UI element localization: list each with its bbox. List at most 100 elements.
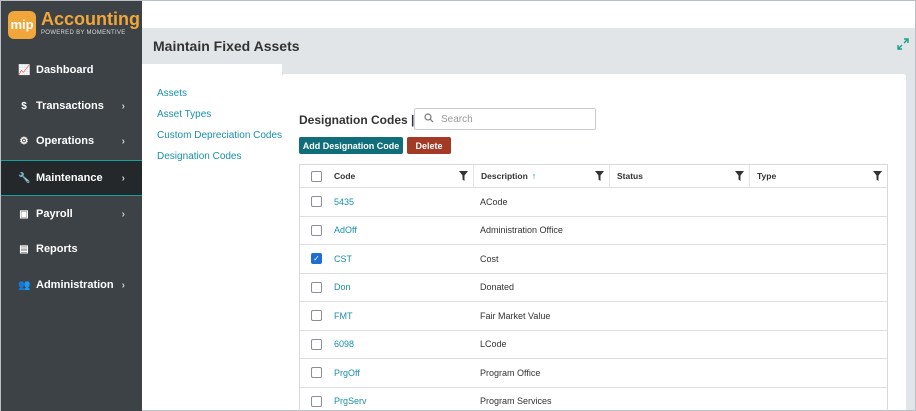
sidebar-item-label: Transactions <box>36 100 104 112</box>
add-designation-code-button[interactable]: Add Designation Code <box>299 137 403 154</box>
cell-description: Administration Office <box>480 225 563 236</box>
row-checkbox[interactable] <box>311 281 322 293</box>
cell-code: 5435 <box>333 197 473 207</box>
column-header-status[interactable]: Status <box>609 164 749 188</box>
filter-icon[interactable] <box>735 170 744 181</box>
cell-description: Donated <box>480 282 515 293</box>
row-checkbox[interactable] <box>311 395 322 407</box>
sort-ascending-icon: ↑ <box>531 171 537 181</box>
column-label-description: Description <box>481 171 528 181</box>
chevron-right-icon: › <box>121 100 125 112</box>
app-logo[interactable]: mip Accounting POWERED BY MOMENTIVE <box>8 9 140 43</box>
table-row[interactable]: PrgOff Program Office <box>300 359 887 388</box>
subnav-item-designation-codes[interactable]: Designation Codes <box>150 146 282 167</box>
column-header-description[interactable]: Description ↑ <box>473 164 609 188</box>
grid-header-row: Code Description ↑ Status Type <box>300 164 887 188</box>
wrench-icon: 🔧 <box>18 172 31 184</box>
chevron-right-icon: › <box>121 279 125 291</box>
code-link[interactable]: PrgServ <box>334 396 367 406</box>
cell-code: FMT <box>333 311 473 321</box>
row-checkbox[interactable] <box>311 367 322 379</box>
cell-code: 6098 <box>333 339 473 349</box>
expand-icon[interactable] <box>897 38 909 50</box>
code-link[interactable]: 5435 <box>334 197 354 207</box>
row-checkbox[interactable] <box>311 224 322 236</box>
subnav: Assets Asset Types Custom Depreciation Cod… <box>150 83 282 167</box>
cell-description: ACode <box>480 196 508 207</box>
section-title: Designation Codes | <box>299 113 415 127</box>
code-link[interactable]: PrgOff <box>334 368 360 378</box>
row-select-cell <box>300 367 333 379</box>
sidebar-item-payroll[interactable]: ▣ Payroll › <box>1 196 142 232</box>
select-all-checkbox[interactable] <box>311 170 322 182</box>
column-label-type: Type <box>757 171 777 181</box>
logo-subtitle: POWERED BY MOMENTIVE <box>41 30 126 36</box>
row-checkbox[interactable] <box>311 196 322 208</box>
column-header-code[interactable]: Code <box>333 165 473 188</box>
row-select-cell <box>300 395 333 407</box>
users-icon: 👥 <box>18 279 31 291</box>
sidebar-item-label: Operations <box>36 135 95 147</box>
search-input[interactable] <box>441 113 581 125</box>
sidebar-item-reports[interactable]: ▤ Reports <box>1 231 142 267</box>
code-link[interactable]: 6098 <box>334 339 354 349</box>
subnav-item-custom-depreciation-codes[interactable]: Custom Depreciation Codes <box>150 125 282 146</box>
cell-code: CST <box>333 254 473 264</box>
chevron-right-icon: › <box>121 208 125 220</box>
table-row[interactable]: 6098 LCode <box>300 331 887 359</box>
sidebar-item-maintenance[interactable]: 🔧 Maintenance › <box>1 160 142 196</box>
designation-codes-grid: Code Description ↑ Status Type 5435 ACode… <box>299 164 888 411</box>
table-row[interactable]: AdOff Administration Office <box>300 217 887 245</box>
top-bar <box>142 1 915 28</box>
sidebar-item-operations[interactable]: ⚙ Operations › <box>1 123 142 159</box>
delete-button[interactable]: Delete <box>407 137 451 154</box>
column-label-code: Code <box>334 171 356 181</box>
code-link[interactable]: CST <box>334 254 352 264</box>
chevron-right-icon: › <box>121 172 125 184</box>
row-checkbox[interactable]: ✓ <box>311 253 322 265</box>
sidebar-item-transactions[interactable]: $ Transactions › <box>1 88 142 124</box>
subnav-item-asset-types[interactable]: Asset Types <box>150 104 282 125</box>
filter-icon[interactable] <box>595 170 604 181</box>
table-row[interactable]: FMT Fair Market Value <box>300 302 887 331</box>
code-link[interactable]: Don <box>334 282 351 292</box>
cell-code: PrgOff <box>333 368 473 378</box>
cell-description: LCode <box>480 339 507 350</box>
search-box[interactable] <box>414 108 596 130</box>
select-all-cell <box>300 170 333 182</box>
dollar-icon: $ <box>21 100 27 112</box>
cell-description: Program Services <box>480 396 552 407</box>
cell-code: PrgServ <box>333 396 473 406</box>
gears-icon: ⚙ <box>19 135 29 147</box>
subnav-item-assets[interactable]: Assets <box>150 83 282 104</box>
sidebar-item-administration[interactable]: 👥 Administration › <box>1 267 142 303</box>
filter-icon[interactable] <box>459 170 468 181</box>
filter-icon[interactable] <box>873 170 882 181</box>
row-checkbox[interactable] <box>311 310 322 322</box>
cell-description: Program Office <box>480 367 541 378</box>
code-link[interactable]: FMT <box>334 311 353 321</box>
logo-badge: mip <box>8 11 36 39</box>
column-label-status: Status <box>617 171 643 181</box>
row-checkbox[interactable] <box>311 338 322 350</box>
table-row[interactable]: ✓ CST Cost <box>300 245 887 274</box>
cell-description: Fair Market Value <box>480 310 551 321</box>
row-select-cell <box>300 310 333 322</box>
code-link[interactable]: AdOff <box>334 225 357 235</box>
sidebar-item-label: Payroll <box>36 208 73 220</box>
search-icon <box>424 112 434 126</box>
sidebar: mip Accounting POWERED BY MOMENTIVE 📈 Das… <box>1 1 142 411</box>
row-select-cell: ✓ <box>300 253 333 265</box>
sidebar-item-dashboard[interactable]: 📈 Dashboard <box>1 52 142 88</box>
table-row[interactable]: PrgServ Program Services <box>300 388 887 411</box>
cell-code: AdOff <box>333 225 473 235</box>
row-select-cell <box>300 196 333 208</box>
table-row[interactable]: Don Donated <box>300 274 887 302</box>
table-row[interactable]: 5435 ACode <box>300 188 887 217</box>
sidebar-item-label: Dashboard <box>36 64 94 76</box>
page-title: Maintain Fixed Assets <box>153 38 300 54</box>
chart-line-icon: 📈 <box>18 64 31 76</box>
document-icon: ▤ <box>19 243 29 255</box>
row-select-cell <box>300 281 333 293</box>
column-header-type[interactable]: Type <box>749 164 887 188</box>
